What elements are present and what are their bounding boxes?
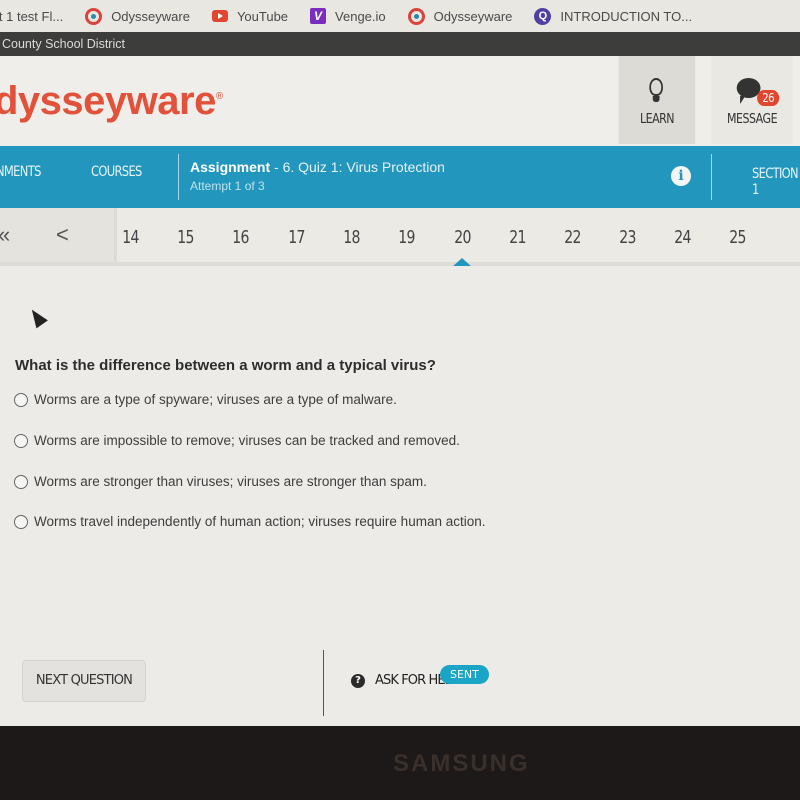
youtube-icon xyxy=(211,10,228,22)
option-text: Worms are impossible to remove; viruses … xyxy=(34,433,460,448)
option-text: Worms are stronger than viruses; viruses… xyxy=(34,474,427,489)
assignment-title: Assignment - 6. Quiz 1: Virus Protection xyxy=(190,159,445,175)
sent-badge: SENT xyxy=(440,665,489,684)
option-text: Worms travel independently of human acti… xyxy=(34,514,486,529)
first-page-button[interactable]: « xyxy=(0,222,10,248)
attempt-count: Attempt 1 of 3 xyxy=(190,179,265,193)
answer-option[interactable]: Worms travel independently of human acti… xyxy=(14,514,486,529)
page-number[interactable]: 24 xyxy=(674,227,691,248)
logo-text: dysseyware xyxy=(0,79,216,123)
radio-button[interactable] xyxy=(14,474,28,489)
nav-assignments[interactable]: NMENTS xyxy=(0,164,41,180)
mouse-cursor-icon xyxy=(26,305,48,329)
bookmark-item[interactable]: Q INTRODUCTION TO... xyxy=(534,7,693,25)
lightbulb-icon xyxy=(649,78,663,96)
page-number[interactable]: 15 xyxy=(177,227,194,248)
assignment-name: - 6. Quiz 1: Virus Protection xyxy=(270,159,445,175)
bookmark-item[interactable]: Odysseyware xyxy=(85,7,190,25)
question-text: What is the difference between a worm an… xyxy=(15,357,436,374)
radio-button[interactable] xyxy=(14,514,28,529)
nav-divider xyxy=(178,154,179,200)
learn-button[interactable]: LEARN xyxy=(618,56,696,144)
odysseyware-icon xyxy=(85,7,103,25)
next-question-button[interactable]: NEXT QUESTION xyxy=(22,660,146,702)
app-header: dysseyware® LEARN 26 MESSAGE xyxy=(0,56,800,146)
help-icon: ? xyxy=(351,673,365,688)
pager-nav-box: « < xyxy=(0,208,117,262)
bookmark-label: Odysseyware xyxy=(111,8,190,24)
course-nav: NMENTS COURSES Assignment - 6. Quiz 1: V… xyxy=(0,146,800,208)
nav-divider xyxy=(711,154,712,200)
quiz-content: What is the difference between a worm an… xyxy=(0,266,800,726)
prev-page-button[interactable]: < xyxy=(56,222,69,248)
bookmarks-bar: it 1 test Fl... Odysseyware YouTube V Ven… xyxy=(0,0,800,32)
monitor-bezel: SAMSUNG xyxy=(0,726,800,800)
page-number-current[interactable]: 20 xyxy=(454,227,471,248)
bookmark-item[interactable]: V Venge.io xyxy=(310,8,386,24)
bookmark-item[interactable]: it 1 test Fl... xyxy=(0,9,63,24)
bookmark-label: INTRODUCTION TO... xyxy=(560,8,693,24)
option-text: Worms are a type of spyware; viruses are… xyxy=(34,392,397,407)
district-bar: County School District xyxy=(0,32,800,56)
question-pager: « < 14 15 16 17 18 19 20 21 22 23 24 25 xyxy=(0,208,800,267)
quizlet-icon: Q xyxy=(534,7,552,25)
registered-mark: ® xyxy=(215,91,223,102)
page-number[interactable]: 22 xyxy=(564,227,581,248)
answer-option[interactable]: Worms are stronger than viruses; viruses… xyxy=(14,474,427,489)
radio-button[interactable] xyxy=(14,433,28,448)
odysseyware-icon xyxy=(407,7,425,25)
bookmark-label: it 1 test Fl... xyxy=(0,8,64,24)
answer-option[interactable]: Worms are impossible to remove; viruses … xyxy=(14,433,460,448)
radio-button[interactable] xyxy=(14,392,28,407)
page-number[interactable]: 25 xyxy=(729,227,746,248)
message-label: MESSAGE xyxy=(726,112,778,127)
nav-section[interactable]: SECTION 1 xyxy=(752,166,799,198)
page-number[interactable]: 23 xyxy=(619,227,636,248)
answer-option[interactable]: Worms are a type of spyware; viruses are… xyxy=(14,392,397,407)
page-number[interactable]: 17 xyxy=(288,227,305,248)
bookmark-item[interactable]: Odysseyware xyxy=(407,7,513,25)
bookmark-label: YouTube xyxy=(236,8,289,24)
page-number[interactable]: 19 xyxy=(398,227,415,248)
learn-label: LEARN xyxy=(639,112,675,127)
bookmark-label: Venge.io xyxy=(335,8,386,24)
page-number[interactable]: 16 xyxy=(232,227,249,248)
page-number[interactable]: 14 xyxy=(122,227,139,248)
assignment-label: Assignment xyxy=(190,159,271,175)
page-number[interactable]: 21 xyxy=(509,227,526,248)
logo[interactable]: dysseyware® xyxy=(0,79,223,124)
info-icon[interactable]: i xyxy=(671,166,691,186)
message-button[interactable]: 26 MESSAGE xyxy=(711,56,793,144)
bookmark-item[interactable]: YouTube xyxy=(211,8,289,24)
district-name: County School District xyxy=(2,37,125,51)
page-number[interactable]: 18 xyxy=(343,227,360,248)
footer-divider xyxy=(323,650,324,716)
bookmark-label: Odysseyware xyxy=(433,8,513,24)
message-count-badge: 26 xyxy=(757,90,780,106)
venge-icon: V xyxy=(310,8,327,24)
nav-courses[interactable]: COURSES xyxy=(91,164,142,180)
lightbulb-base xyxy=(652,96,660,102)
monitor-brand: SAMSUNG xyxy=(393,750,530,777)
